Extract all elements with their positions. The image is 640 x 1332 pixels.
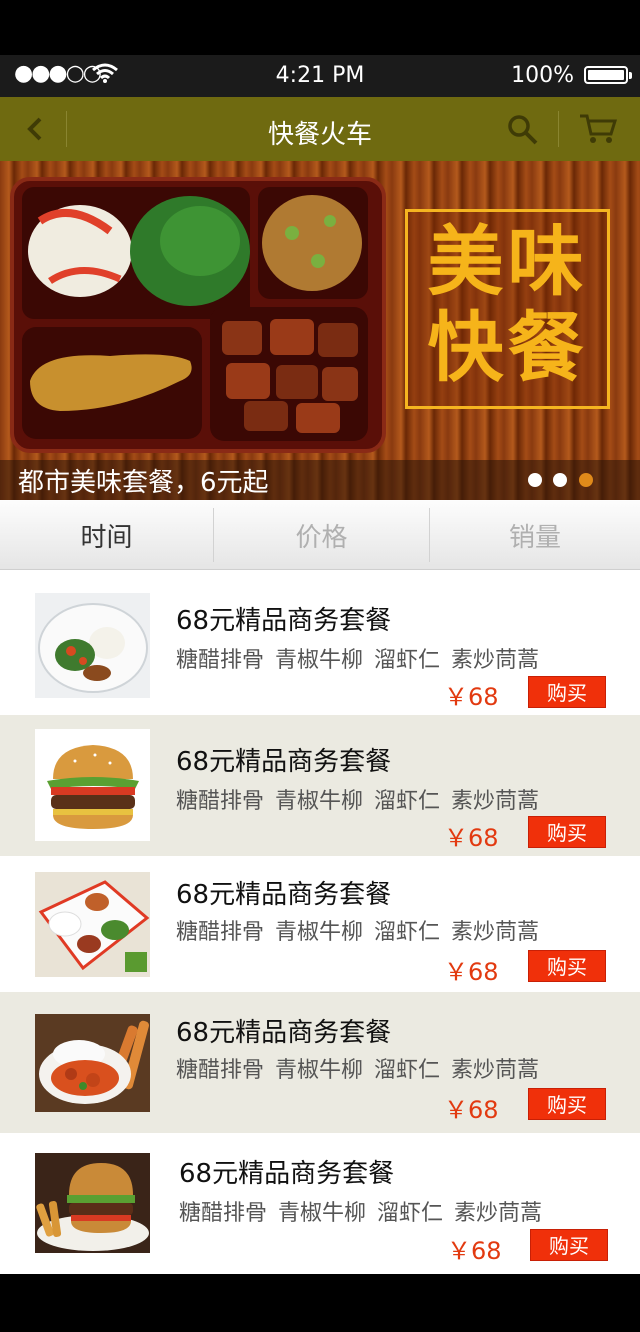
product-image (35, 729, 150, 841)
product-name: 68元精品商务套餐 (176, 1018, 392, 1048)
buy-button[interactable]: 购买 (528, 1088, 606, 1120)
product-dishes: 糖醋排骨 青椒牛柳 溜虾仁 素炒茼蒿 (179, 1201, 542, 1226)
nav-divider (558, 111, 559, 147)
product-name: 68元精品商务套餐 (176, 747, 392, 777)
battery-percent: 100% (511, 63, 574, 88)
list-item[interactable]: 68元精品商务套餐 糖醋排骨 青椒牛柳 溜虾仁 素炒茼蒿 ￥68 购买 (0, 570, 640, 715)
product-dishes: 糖醋排骨 青椒牛柳 溜虾仁 素炒茼蒿 (176, 1058, 539, 1083)
list-item[interactable]: 68元精品商务套餐 糖醋排骨 青椒牛柳 溜虾仁 素炒茼蒿 ￥68 购买 (0, 715, 640, 856)
stamp-text-line2: 快餐 (427, 303, 588, 392)
cart-icon[interactable] (578, 112, 618, 146)
tab-price[interactable]: 价格 (214, 500, 429, 570)
product-dishes: 糖醋排骨 青椒牛柳 溜虾仁 素炒茼蒿 (176, 789, 539, 814)
product-image (35, 872, 150, 977)
buy-button[interactable]: 购买 (528, 816, 606, 848)
list-item[interactable]: 68元精品商务套餐 糖醋排骨 青椒牛柳 溜虾仁 素炒茼蒿 ￥68 购买 (0, 1133, 640, 1274)
bottom-edge (0, 1275, 640, 1332)
product-dishes: 糖醋排骨 青椒牛柳 溜虾仁 素炒茼蒿 (176, 920, 539, 945)
product-price: ￥68 (444, 824, 499, 852)
product-image (35, 1153, 150, 1253)
pager-dot[interactable] (553, 473, 567, 487)
bento-food-image (10, 177, 386, 453)
product-dishes: 糖醋排骨 青椒牛柳 溜虾仁 素炒茼蒿 (176, 648, 539, 673)
buy-button[interactable]: 购买 (530, 1229, 608, 1261)
tab-time[interactable]: 时间 (0, 500, 213, 570)
list-item[interactable]: 68元精品商务套餐 糖醋排骨 青椒牛柳 溜虾仁 素炒茼蒿 ￥68 购买 (0, 856, 640, 992)
product-price: ￥68 (447, 1237, 502, 1265)
banner-stamp: 美味 快餐 (405, 209, 610, 409)
tab-sales[interactable]: 销量 (430, 500, 640, 570)
stamp-text-line1: 美味 (427, 217, 588, 306)
product-name: 68元精品商务套餐 (179, 1159, 395, 1189)
product-name: 68元精品商务套餐 (176, 880, 392, 910)
pager-dot-active[interactable] (579, 473, 593, 487)
list-item[interactable]: 68元精品商务套餐 糖醋排骨 青椒牛柳 溜虾仁 素炒茼蒿 ￥68 购买 (0, 992, 640, 1133)
search-icon[interactable] (506, 113, 540, 147)
promo-banner[interactable]: 美味 快餐 都市美味套餐，6元起 (0, 161, 640, 500)
product-image (35, 593, 150, 698)
product-price: ￥68 (444, 958, 499, 986)
battery-icon (584, 66, 632, 84)
sort-tabs: 时间 价格 销量 (0, 500, 640, 570)
product-image (35, 1014, 150, 1112)
nav-bar: 快餐火车 (0, 97, 640, 161)
page-title: 快餐火车 (267, 120, 372, 150)
pager-dot[interactable] (528, 473, 542, 487)
status-bar: ●●●○○ 4:21 PM 100% (0, 55, 640, 97)
product-list: 68元精品商务套餐 糖醋排骨 青椒牛柳 溜虾仁 素炒茼蒿 ￥68 购买 68元精… (0, 570, 640, 1274)
product-price: ￥68 (444, 1096, 499, 1124)
buy-button[interactable]: 购买 (528, 950, 606, 982)
banner-caption: 都市美味套餐，6元起 (18, 468, 269, 498)
product-price: ￥68 (444, 683, 499, 711)
banner-caption-bar: 都市美味套餐，6元起 (0, 460, 640, 500)
product-name: 68元精品商务套餐 (176, 606, 392, 636)
buy-button[interactable]: 购买 (528, 676, 606, 708)
